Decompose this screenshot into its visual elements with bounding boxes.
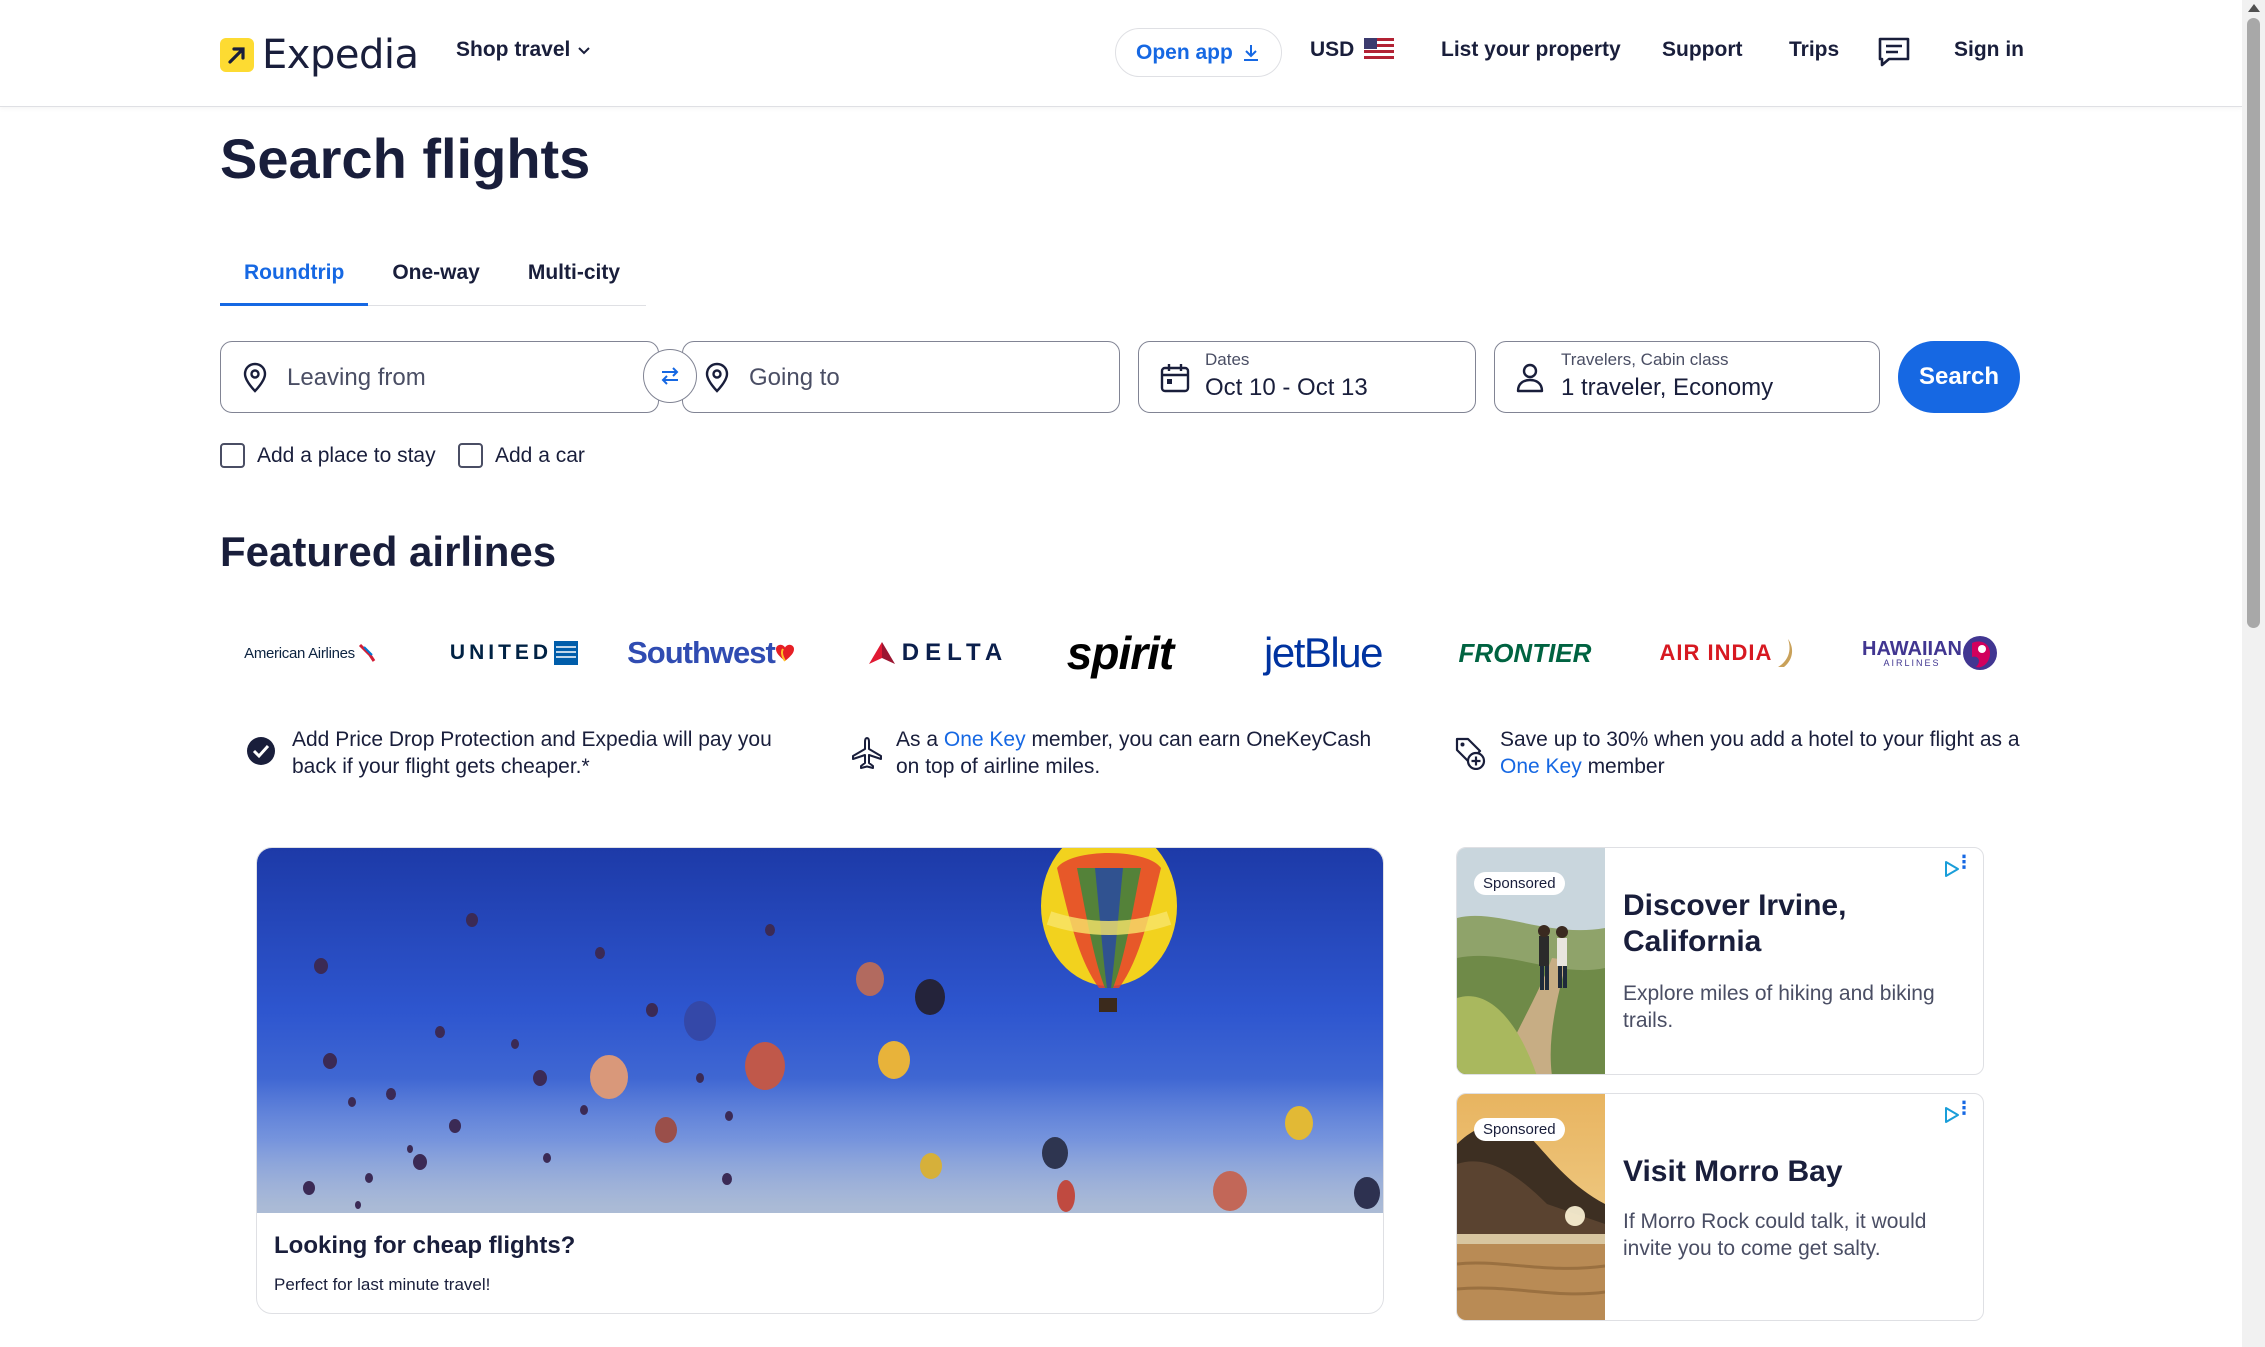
add-stay-option[interactable]: Add a place to stay — [220, 443, 436, 468]
promo-subtitle: Perfect for last minute travel! — [274, 1275, 491, 1294]
dates-label: Dates — [1205, 350, 1250, 369]
download-icon — [1243, 44, 1258, 61]
going-to-field[interactable]: Going to — [682, 341, 1120, 413]
swap-arrows-icon — [661, 367, 679, 385]
add-stay-label: Add a place to stay — [257, 443, 436, 467]
expedia-logo-mark-icon — [220, 38, 254, 72]
ad-description: Explore miles of hiking and biking trail… — [1623, 982, 1935, 1032]
checkmark-circle-icon — [247, 737, 275, 765]
tag-plus-icon — [1455, 737, 1486, 770]
ad-more-options-icon[interactable]: ⋮ — [1955, 853, 1973, 871]
add-stay-checkbox[interactable] — [220, 443, 245, 468]
price-drop-text: Add Price Drop Protection and Expedia wi… — [292, 728, 772, 778]
currency-selector[interactable]: USD — [1310, 37, 1395, 62]
open-app-button[interactable]: Open app — [1115, 28, 1282, 77]
dates-field[interactable]: Dates Oct 10 - Oct 13 — [1138, 341, 1476, 413]
tab-roundtrip[interactable]: Roundtrip — [220, 258, 369, 306]
sponsored-badge: Sponsored — [1474, 1118, 1565, 1141]
page-title: Search flights — [220, 127, 591, 190]
person-icon — [1516, 363, 1544, 393]
promo-title: Looking for cheap flights? — [274, 1232, 576, 1259]
leaving-from-placeholder: Leaving from — [287, 364, 426, 391]
shop-travel-label: Shop travel — [456, 38, 571, 61]
southwest-logo[interactable]: Southwest — [622, 630, 800, 676]
sign-in-link[interactable]: Sign in — [1954, 38, 2024, 62]
list-property-link[interactable]: List your property — [1441, 38, 1621, 62]
united-logo[interactable]: UNITED — [444, 630, 584, 676]
american-airlines-logo[interactable]: American Airlines — [240, 630, 380, 676]
trips-link[interactable]: Trips — [1789, 38, 1839, 62]
page-scrollbar[interactable] — [2242, 0, 2265, 1347]
trip-type-tabs: Roundtrip One-way Multi-city — [220, 258, 646, 306]
travelers-label: Travelers, Cabin class — [1561, 350, 1729, 369]
one-key-link[interactable]: One Key — [944, 728, 1026, 751]
sponsored-ad-morro-bay[interactable]: Sponsored ⋮ Visit Morro Bay If Morro Roc… — [1456, 1093, 1984, 1321]
add-car-option[interactable]: Add a car — [458, 443, 585, 468]
add-car-checkbox[interactable] — [458, 443, 483, 468]
support-link[interactable]: Support — [1662, 38, 1742, 62]
air-india-logo[interactable]: AIR INDIA — [1658, 630, 1798, 676]
one-key-link[interactable]: One Key — [1500, 755, 1582, 778]
ad-title: Discover Irvine, California — [1623, 889, 1847, 958]
swap-locations-button[interactable] — [643, 349, 697, 403]
airplane-icon — [852, 737, 882, 769]
add-car-label: Add a car — [495, 443, 585, 467]
onekey-miles-text: As a One Key member, you can earn OneKey… — [896, 728, 1372, 778]
shop-travel-menu[interactable]: Shop travel — [456, 38, 592, 62]
hawaiian-airlines-logo[interactable]: HAWAIIAN AIRLINES — [1860, 630, 2000, 676]
leaving-from-field[interactable]: Leaving from — [220, 341, 659, 413]
ad-more-options-icon[interactable]: ⋮ — [1955, 1099, 1973, 1117]
calendar-icon — [1160, 364, 1190, 393]
open-app-label: Open app — [1136, 40, 1233, 64]
scroll-up-arrow-icon[interactable] — [2248, 4, 2260, 12]
chat-icon[interactable] — [1877, 36, 1911, 73]
currency-label: USD — [1310, 38, 1355, 61]
hotel-bundle-text: Save up to 30% when you add a hotel to y… — [1500, 728, 2020, 778]
going-to-placeholder: Going to — [749, 364, 840, 391]
sponsored-badge: Sponsored — [1474, 872, 1565, 895]
search-button[interactable]: Search — [1898, 341, 2020, 413]
us-flag-icon — [1364, 37, 1395, 59]
expedia-logo[interactable]: Expedia — [220, 32, 419, 78]
travelers-value: 1 traveler, Economy — [1561, 374, 1774, 401]
delta-logo[interactable]: DELTA — [848, 630, 1028, 676]
travelers-field[interactable]: Travelers, Cabin class 1 traveler, Econo… — [1494, 341, 1880, 413]
spirit-logo[interactable]: spirit — [1050, 627, 1190, 679]
jetblue-logo[interactable]: jetBlue — [1258, 629, 1388, 676]
cheap-flights-promo-card[interactable]: Looking for cheap flights? Perfect for l… — [256, 847, 1384, 1314]
chevron-down-icon — [578, 47, 591, 55]
dates-value: Oct 10 - Oct 13 — [1205, 374, 1368, 401]
frontier-logo[interactable]: FRONTIER — [1452, 630, 1598, 676]
top-header: Expedia Shop travel Open app USD List yo… — [0, 0, 2242, 107]
tab-one-way[interactable]: One-way — [368, 258, 504, 306]
scrollbar-thumb[interactable] — [2247, 18, 2260, 628]
sponsored-ad-irvine[interactable]: Sponsored ⋮ Discover Irvine, California … — [1456, 847, 1984, 1075]
location-pin-icon — [705, 362, 729, 393]
hot-air-balloons-image — [257, 848, 1383, 1213]
tab-multi-city[interactable]: Multi-city — [504, 258, 644, 306]
location-pin-icon — [243, 362, 267, 393]
logo-text: Expedia — [262, 32, 419, 78]
ad-description: If Morro Rock could talk, it would invit… — [1623, 1210, 1927, 1260]
featured-airlines-title: Featured airlines — [220, 528, 557, 575]
ad-title: Visit Morro Bay — [1623, 1155, 1843, 1188]
